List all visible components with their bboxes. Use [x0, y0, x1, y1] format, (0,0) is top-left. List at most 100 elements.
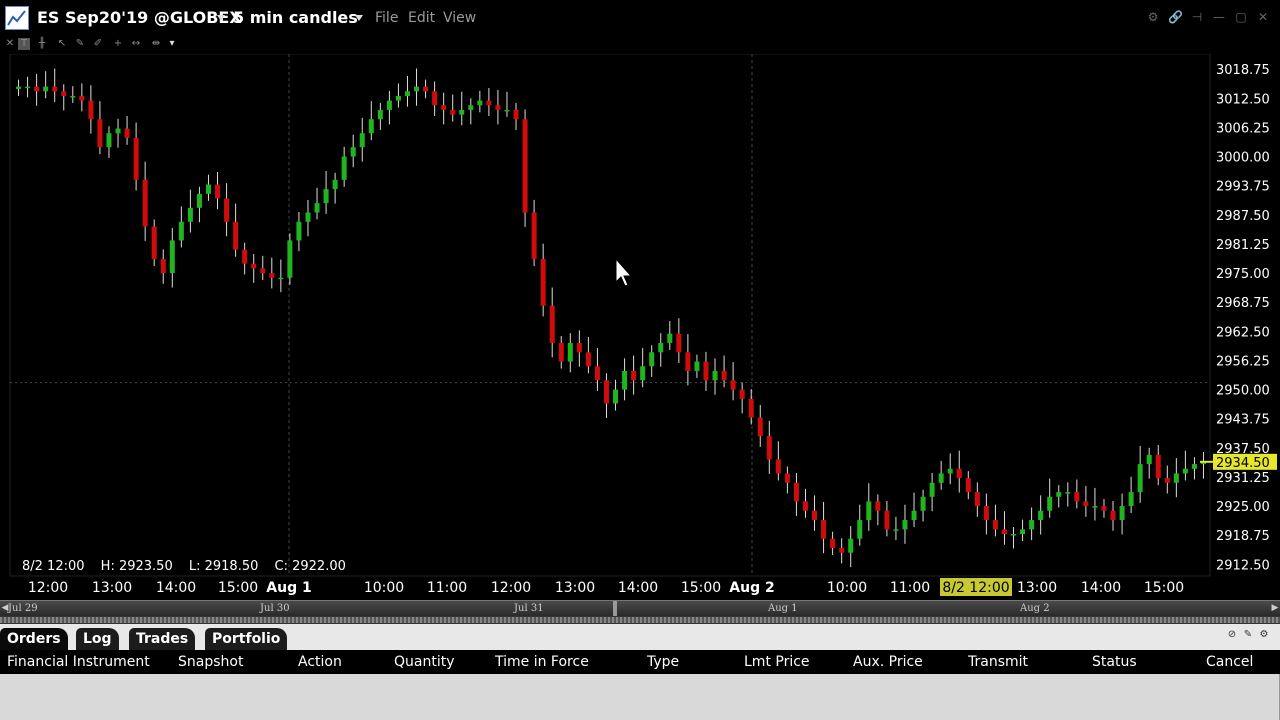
- candle-down: [730, 380, 736, 390]
- column-header[interactable]: Quantity: [394, 654, 455, 670]
- candle-down: [594, 366, 600, 381]
- contract-dropdown-icon[interactable]: [217, 15, 225, 21]
- column-header[interactable]: Financial Instrument: [7, 654, 150, 670]
- bar-size-dropdown-icon[interactable]: [355, 15, 363, 21]
- candle-down: [97, 119, 103, 148]
- text-tool-icon[interactable]: T: [18, 38, 30, 50]
- candle-down: [1001, 529, 1007, 535]
- pin-icon[interactable]: ⊣: [1190, 10, 1204, 24]
- candle-down: [88, 100, 94, 120]
- title-bar: ES Sep20'19 @GLOBEX 5 min candles File E…: [0, 0, 1280, 36]
- panel-splitter[interactable]: [0, 616, 1280, 624]
- time-tick-label: Aug 2: [729, 580, 774, 596]
- candle-down: [540, 259, 546, 306]
- time-navigator[interactable]: ◀ Jul 29 Jul 30 Jul 31 Aug 1 Aug 2 ▶: [0, 600, 1280, 616]
- navigator-handle[interactable]: [613, 601, 617, 616]
- column-header[interactable]: Action: [298, 654, 342, 670]
- candle-down: [965, 478, 971, 493]
- tab-portfolio[interactable]: Portfolio: [205, 628, 288, 650]
- settings-icon[interactable]: ⚙: [1258, 629, 1270, 641]
- pencil-tool-icon[interactable]: ✐: [92, 38, 104, 50]
- candle-down: [61, 91, 67, 96]
- time-tick-label: 11:00: [427, 580, 467, 596]
- window-title[interactable]: ES Sep20'19 @GLOBEX: [37, 8, 242, 27]
- candle-down: [766, 436, 772, 460]
- candle-up: [332, 179, 338, 190]
- menu-file[interactable]: File: [375, 10, 398, 26]
- brush-tool-icon[interactable]: ✎: [74, 38, 86, 50]
- candle-up: [1047, 496, 1053, 511]
- candle-up: [350, 147, 356, 157]
- candle-down: [757, 417, 763, 437]
- toolbar-dropdown-icon[interactable]: ▾: [166, 38, 178, 50]
- link-icon[interactable]: 🔗: [1168, 10, 1183, 24]
- zoom-horizontal-icon[interactable]: ↔: [130, 38, 142, 50]
- close-tool-icon[interactable]: ✕: [4, 38, 16, 50]
- candle-down: [522, 119, 528, 213]
- candle-down: [441, 105, 447, 110]
- candle-down: [685, 352, 691, 371]
- panel-icons: ⊘ ✎ ⚙: [1226, 629, 1270, 641]
- candle-up: [1182, 468, 1188, 474]
- candle-down: [531, 212, 537, 260]
- current-price-label: 2934.50: [1216, 456, 1270, 471]
- column-header[interactable]: Lmt Price: [744, 654, 810, 670]
- price-tick-label: 2943.75: [1216, 413, 1270, 428]
- candle-up: [1173, 473, 1179, 483]
- candle-down: [793, 482, 799, 502]
- bar-size-label[interactable]: 5 min candles: [233, 8, 358, 27]
- tab-log[interactable]: Log: [76, 628, 119, 650]
- tab-orders[interactable]: Orders: [0, 628, 68, 650]
- candle-up: [866, 501, 872, 521]
- candle-up: [911, 510, 917, 521]
- cancel-all-icon[interactable]: ⊘: [1226, 629, 1238, 641]
- crosshair-tool-icon[interactable]: +: [112, 38, 124, 50]
- candle-down: [224, 198, 230, 222]
- orders-column-headers: Financial Instrument Snapshot Action Qua…: [0, 650, 1280, 674]
- menu-view[interactable]: View: [443, 10, 476, 26]
- column-header[interactable]: Cancel: [1206, 654, 1253, 670]
- zoom-fit-icon[interactable]: ⇹: [150, 38, 162, 50]
- navigator-label: Jul 31: [514, 603, 544, 614]
- column-header[interactable]: Snapshot: [178, 654, 243, 670]
- candle-up: [1146, 454, 1152, 465]
- minimize-icon[interactable]: —: [1212, 10, 1226, 24]
- candle-up: [1056, 492, 1062, 497]
- candle-up: [649, 352, 655, 367]
- price-chart[interactable]: 3018.75 3012.50 3006.25 3000.00 2993.75 2987.…: [0, 54, 1280, 600]
- candle-down: [1164, 478, 1170, 483]
- candle-up: [640, 366, 646, 381]
- candle-up: [25, 86, 31, 89]
- column-header[interactable]: Aux. Price: [853, 654, 923, 670]
- settings-icon[interactable]: ⚙: [1146, 10, 1160, 24]
- configure-icon[interactable]: ✎: [1242, 629, 1254, 641]
- price-tick-label: 3000.00: [1216, 151, 1270, 166]
- candle-up: [341, 156, 347, 180]
- candlestick-chart[interactable]: 3018.75 3012.50 3006.25 3000.00 2993.75 2987.…: [0, 54, 1280, 600]
- menu-edit[interactable]: Edit: [408, 10, 435, 26]
- plot-frame: [9, 54, 1211, 577]
- tab-trades[interactable]: Trades: [129, 628, 196, 650]
- column-header[interactable]: Type: [647, 654, 679, 670]
- pointer-tool-icon[interactable]: ↖: [56, 38, 68, 50]
- candle-down: [1074, 492, 1080, 502]
- column-header[interactable]: Time in Force: [495, 654, 589, 670]
- column-header[interactable]: Status: [1092, 654, 1137, 670]
- candle-down: [142, 179, 148, 227]
- close-icon[interactable]: ✕: [1256, 10, 1270, 24]
- price-tick-label: 2981.25: [1216, 238, 1270, 253]
- candle-up: [106, 133, 112, 148]
- navigator-right-arrow-icon[interactable]: ▶: [1270, 602, 1280, 615]
- candle-up: [305, 212, 311, 222]
- bar-style-icon[interactable]: ╫: [36, 38, 48, 50]
- panel-tabs: Orders Log Trades Portfolio ⊘ ✎ ⚙: [0, 624, 1280, 650]
- maximize-icon[interactable]: ▢: [1234, 10, 1248, 24]
- candle-up: [504, 109, 510, 112]
- candle-up: [205, 184, 211, 194]
- column-header[interactable]: Transmit: [968, 654, 1028, 670]
- candle-down: [513, 109, 519, 120]
- price-tick-label: 2968.75: [1216, 296, 1270, 311]
- candle-up: [16, 86, 22, 89]
- contract-name[interactable]: ES Sep20'19 @GLOBEX: [37, 8, 242, 27]
- orders-table-body[interactable]: [0, 674, 1280, 720]
